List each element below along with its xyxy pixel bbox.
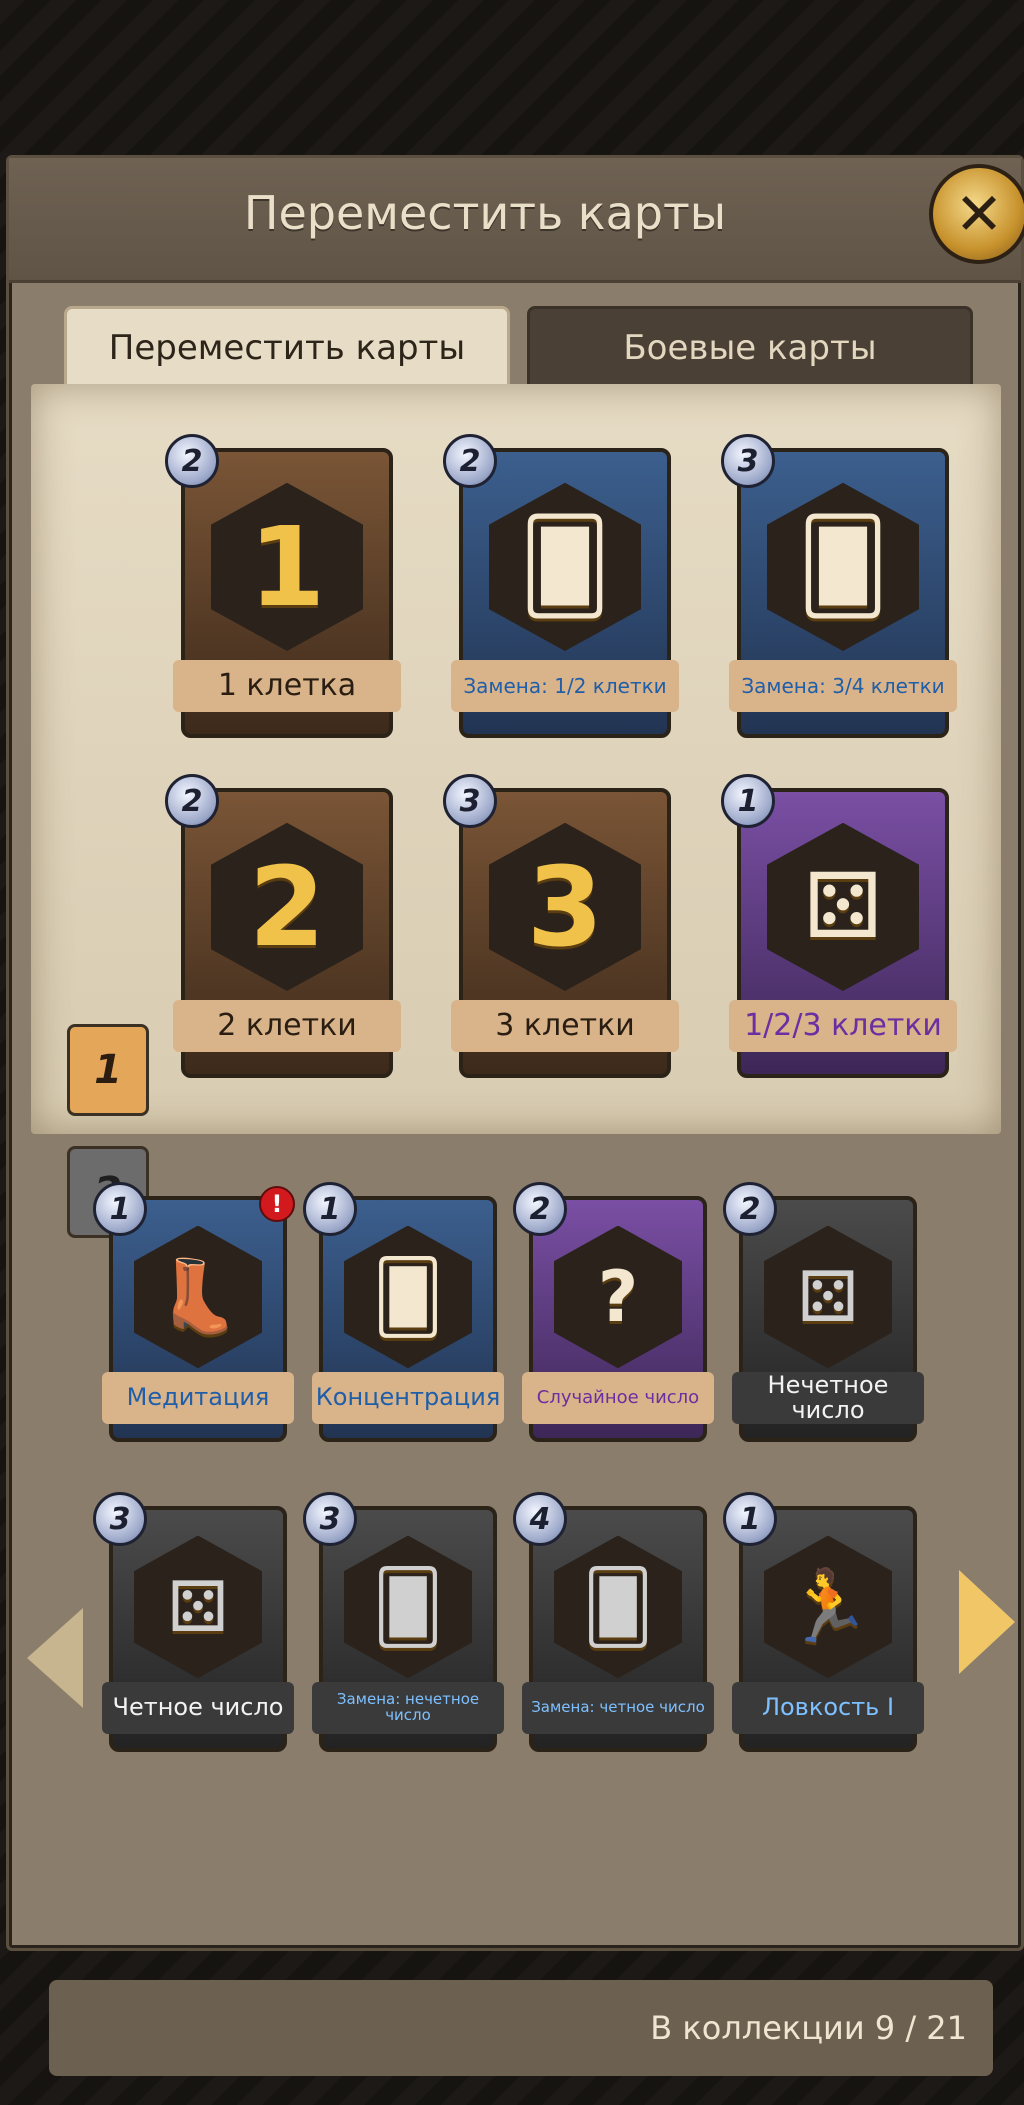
card-label: Медитация [101, 1372, 295, 1424]
card-label: Случайное число [521, 1372, 715, 1424]
card[interactable]: ⚄ Четное число 3 [93, 1492, 295, 1752]
cards-hand-icon: 🂠 [372, 1565, 444, 1648]
step-number: 1 [248, 502, 326, 631]
cost-badge: 3 [721, 434, 775, 488]
card[interactable]: 2 2 клетки 2 [165, 774, 402, 1078]
cost-badge: 2 [723, 1182, 777, 1236]
running-legs-icon: 🏃 [784, 1565, 872, 1648]
cost-badge: 1 [93, 1182, 147, 1236]
cost-badge: 4 [513, 1492, 567, 1546]
cost-badge: 2 [165, 774, 219, 828]
cards-hand-icon: 🂠 [582, 1565, 654, 1648]
card-label: 2 клетки [172, 1000, 402, 1052]
card-label: Ловкость I [731, 1682, 925, 1734]
card-label: Нечетное число [731, 1372, 925, 1424]
mystery-dice-icon: ? [597, 1255, 639, 1338]
cards-plus-icon: 🂠 [372, 1255, 444, 1338]
dice-icon: ⚄ [167, 1565, 229, 1648]
card-label: Концентрация [311, 1372, 505, 1424]
close-icon: ✕ [954, 180, 1004, 248]
cost-badge: 3 [303, 1492, 357, 1546]
cost-badge: 2 [443, 434, 497, 488]
card-label: Замена: нечетное число [311, 1682, 505, 1734]
title-bar: Переместить карты ✕ [9, 158, 1024, 283]
step-number: 2 [248, 842, 326, 971]
card-label: 3 клетки [450, 1000, 680, 1052]
cards-hand-icon: 🂠 [518, 514, 612, 620]
card[interactable]: 🂠 Замена: нечетное число 3 [303, 1492, 505, 1752]
boots-icon: 👢 [154, 1255, 242, 1338]
card[interactable]: 3 3 клетки 3 [443, 774, 680, 1078]
cost-badge: 1 [303, 1182, 357, 1236]
collection-count-text: В коллекции 9 / 21 [650, 2009, 967, 2047]
card[interactable]: 1 1 клетка 2 [165, 434, 402, 738]
card-label: Четное число [101, 1682, 295, 1734]
card[interactable]: ? Случайное число 2 [513, 1182, 715, 1442]
close-button[interactable]: ✕ [929, 164, 1024, 264]
dice-icon: ⚄ [797, 1255, 859, 1338]
card[interactable]: 🂠 Замена: 1/2 клетки 2 [443, 434, 680, 738]
card[interactable]: 🂠 Концентрация 1 [303, 1182, 505, 1442]
cost-badge: 1 [721, 774, 775, 828]
card[interactable]: 🂠 Замена: четное число 4 [513, 1492, 715, 1752]
card[interactable]: 👢 Медитация 1! [93, 1182, 295, 1442]
tab-battle-cards[interactable]: Боевые карты [527, 306, 973, 390]
card[interactable]: 🏃 Ловкость I 1 [723, 1492, 925, 1752]
deck-1-button[interactable]: 1 [67, 1024, 149, 1116]
card-label: Замена: четное число [521, 1682, 715, 1734]
tab-move-cards[interactable]: Переместить карты [64, 306, 510, 387]
move-cards-panel: Переместить карты ✕ Переместить карты Бо… [6, 155, 1024, 2076]
cost-badge: 3 [443, 774, 497, 828]
cost-badge: 3 [93, 1492, 147, 1546]
cost-badge: 2 [165, 434, 219, 488]
arrow-right-icon[interactable] [959, 1570, 1015, 1674]
card-label: 1 клетка [172, 660, 402, 712]
card-label: Замена: 3/4 клетки [728, 660, 958, 712]
cost-badge: 2 [513, 1182, 567, 1236]
page-title: Переместить карты [243, 186, 727, 240]
dice-icon: ⚄ [803, 854, 883, 960]
card-label: 1/2/3 клетки [728, 1000, 958, 1052]
alert-badge: ! [259, 1186, 295, 1222]
card-label: Замена: 1/2 клетки [450, 660, 680, 712]
collection-counter: В коллекции 9 / 21 [49, 1980, 993, 2076]
arrow-left-icon[interactable] [27, 1608, 83, 1708]
card[interactable]: ⚄ 1/2/3 клетки 1 [721, 774, 958, 1078]
card[interactable]: 🂠 Замена: 3/4 клетки 3 [721, 434, 958, 738]
step-number: 3 [526, 842, 604, 971]
card[interactable]: ⚄ Нечетное число 2 [723, 1182, 925, 1442]
cost-badge: 1 [723, 1492, 777, 1546]
cards-hand-icon: 🂠 [796, 514, 890, 620]
deck-area: 1 2 1 1 клетка 2 🂠 Замена: 1/2 клетки 2 🂠 Замен… [31, 384, 1001, 1238]
